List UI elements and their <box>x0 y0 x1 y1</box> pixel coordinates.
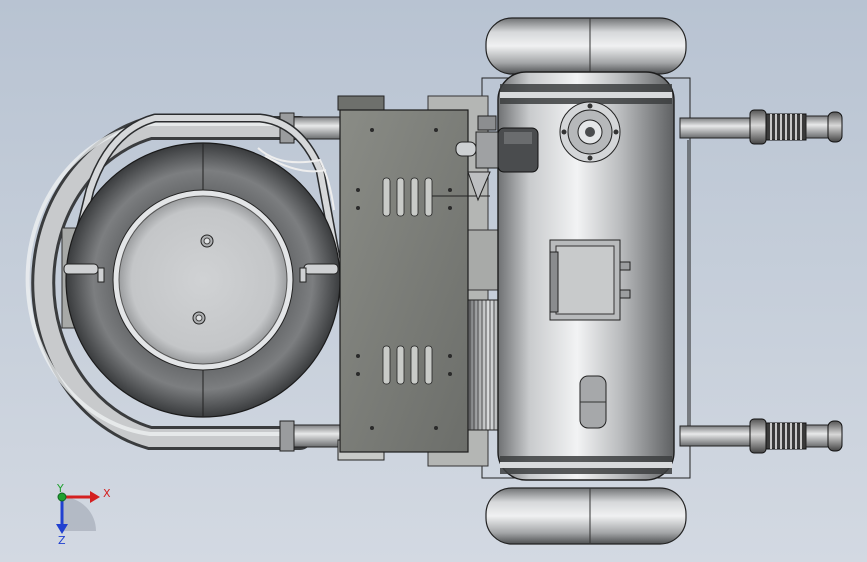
bottom-wheel <box>485 487 687 545</box>
y-axis-label: Y <box>56 482 64 495</box>
drain-valve <box>579 375 607 429</box>
motor-housing <box>65 142 341 418</box>
x-axis-label: X <box>103 487 111 500</box>
right-handles <box>679 109 843 454</box>
junction-box <box>549 239 631 321</box>
z-axis-label: Z <box>58 534 66 547</box>
coordinate-triad: X Y Z <box>56 482 111 547</box>
pressure-port <box>559 101 621 163</box>
handle-grip-top <box>749 109 843 145</box>
handle-grip-bottom <box>749 418 843 454</box>
cad-model-scene: X Y Z <box>25 17 843 547</box>
top-wheel <box>485 17 687 75</box>
cad-viewport[interactable]: X Y Z <box>0 0 867 562</box>
